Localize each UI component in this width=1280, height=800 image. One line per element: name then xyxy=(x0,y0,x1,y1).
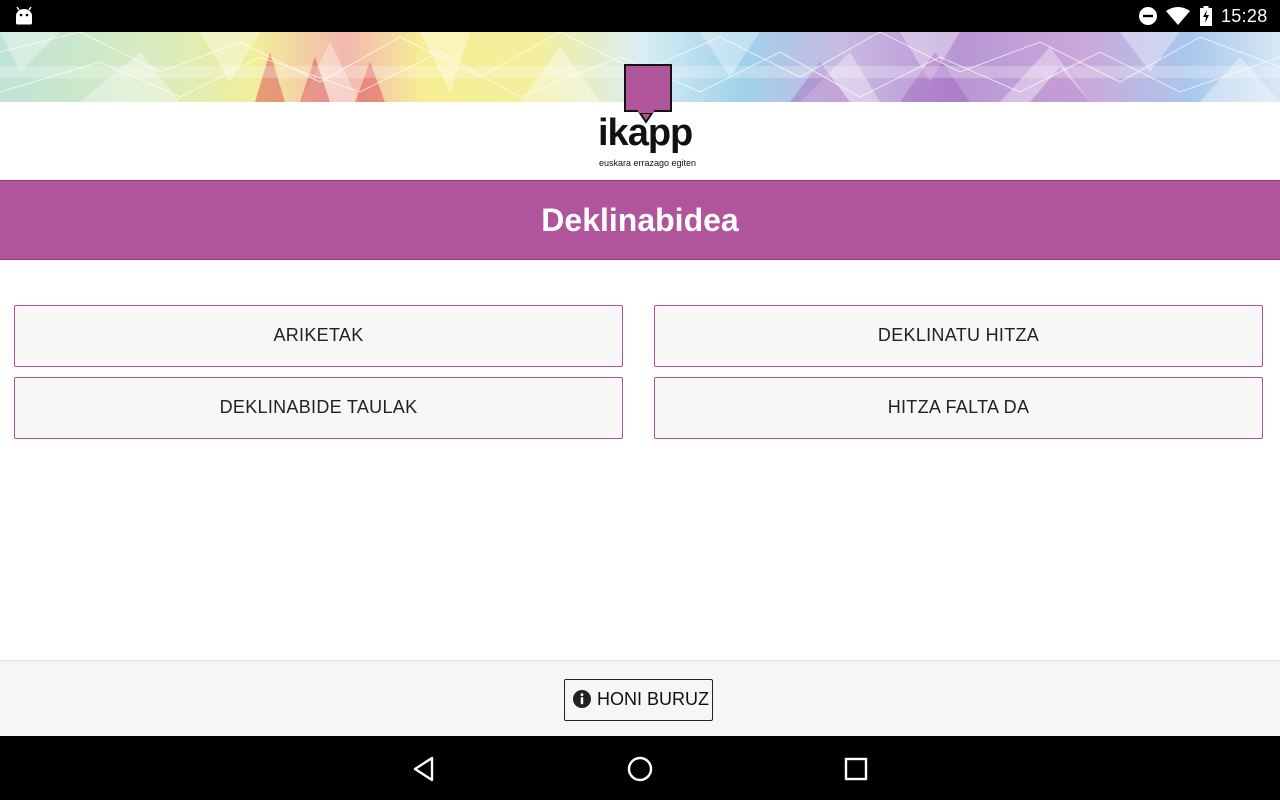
battery-charging-icon xyxy=(1200,6,1212,26)
logo-wordmark: ikapp xyxy=(598,112,693,154)
home-icon[interactable] xyxy=(625,754,655,784)
ikapp-logo: ikapp euskara errazago egiten xyxy=(596,62,706,172)
title-bar: Deklinabidea xyxy=(0,180,1280,260)
hitza-falta-da-button[interactable]: HITZA FALTA DA xyxy=(654,377,1263,439)
wifi-icon xyxy=(1166,7,1190,25)
recents-icon[interactable] xyxy=(841,754,871,784)
about-label: HONI BURUZ xyxy=(597,689,709,709)
android-debug-icon xyxy=(16,7,32,25)
footer: HONI BURUZ xyxy=(0,660,1280,736)
navigation-bar xyxy=(0,736,1280,800)
ariketak-button[interactable]: ARIKETAK xyxy=(14,305,623,367)
back-icon[interactable] xyxy=(410,754,440,784)
clock: 15:28 xyxy=(1221,6,1268,26)
info-icon xyxy=(573,690,591,708)
deklinabide-taulak-button[interactable]: DEKLINABIDE TAULAK xyxy=(14,377,623,439)
status-bar: 15:28 xyxy=(0,0,1280,32)
logo-tagline: euskara errazago egiten xyxy=(599,158,697,168)
deklinatu-hitza-button[interactable]: DEKLINATU HITZA xyxy=(654,305,1263,367)
about-button[interactable]: HONI BURUZ xyxy=(564,679,713,721)
page-title: Deklinabidea xyxy=(541,202,739,238)
do-not-disturb-icon xyxy=(1139,7,1157,25)
